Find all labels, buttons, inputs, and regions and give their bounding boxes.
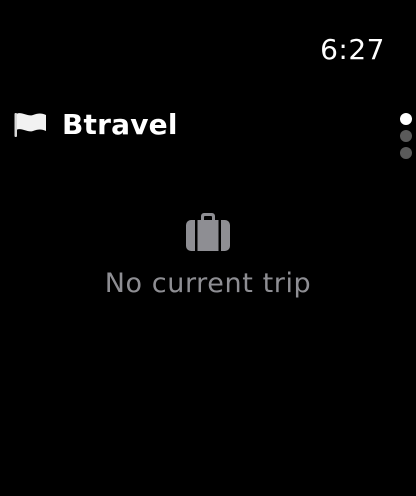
suitcase-icon	[186, 213, 230, 251]
status-time: 6:27	[320, 33, 385, 66]
page-dot-2	[400, 130, 412, 142]
watch-screen: 6:27 Btravel No current trip	[0, 0, 416, 496]
page-dot-1	[400, 113, 412, 125]
app-header: Btravel	[14, 108, 178, 141]
page-dot-3	[400, 147, 412, 159]
page-indicator[interactable]	[400, 113, 412, 159]
empty-state: No current trip	[0, 212, 416, 299]
flag-icon	[14, 112, 46, 137]
empty-state-message: No current trip	[104, 268, 312, 299]
app-title: Btravel	[62, 108, 178, 141]
